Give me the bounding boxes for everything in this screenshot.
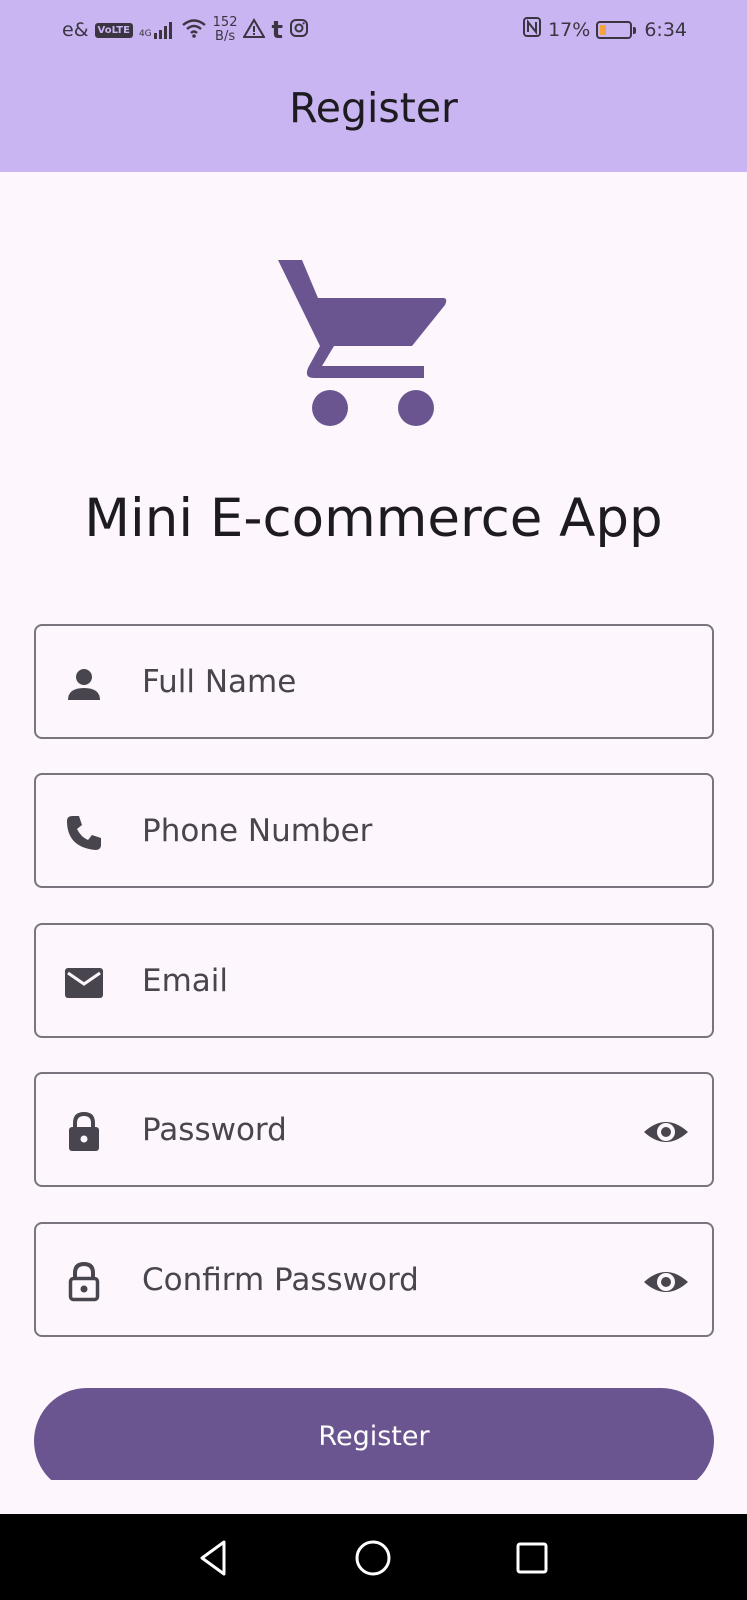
net-speed: 152 B/s: [213, 16, 238, 44]
battery-fill: [600, 24, 607, 35]
home-icon[interactable]: [351, 1536, 395, 1580]
clock: 6:34: [644, 18, 687, 41]
warning-icon: [242, 17, 267, 43]
app-name-heading: Mini E-commerce App: [84, 488, 663, 549]
lock-icon: [69, 1112, 99, 1151]
lock-outline-icon: [68, 1262, 100, 1302]
password-field[interactable]: [34, 1072, 714, 1187]
battery-percent: 17%: [548, 18, 591, 41]
email-icon: [65, 968, 103, 998]
page-title: Register: [289, 84, 458, 132]
network-type-label: 4G: [138, 29, 152, 39]
signal-icon: 4G: [139, 21, 175, 39]
nfc-icon: [522, 16, 542, 43]
recents-icon[interactable]: [510, 1536, 554, 1580]
battery-icon: [596, 20, 637, 39]
phone-icon: [67, 816, 101, 850]
net-speed-unit: B/s: [215, 29, 236, 44]
person-icon: [68, 669, 100, 700]
wifi-icon: [181, 18, 207, 43]
system-nav-bar: [0, 1514, 747, 1600]
carrier-label: e&: [62, 19, 89, 41]
eye-icon[interactable]: [642, 1262, 690, 1302]
volte-badge: VoLTE: [94, 22, 133, 38]
full-name-field[interactable]: [34, 624, 714, 739]
content-bottom-edge: [0, 1480, 747, 1514]
full-name-input[interactable]: [142, 646, 622, 718]
register-button[interactable]: Register: [34, 1388, 714, 1494]
email-input[interactable]: [142, 945, 622, 1017]
confirm-password-field[interactable]: [34, 1222, 714, 1337]
tumblr-icon: t: [271, 16, 283, 44]
app-bar: e& VoLTE 4G 152 B/s t 17% 6:34 Register: [0, 0, 747, 172]
net-speed-value: 152: [212, 15, 238, 30]
shopping-cart-icon: [278, 260, 447, 426]
eye-icon[interactable]: [642, 1112, 690, 1152]
back-icon[interactable]: [192, 1536, 236, 1580]
status-bar: e& VoLTE 4G 152 B/s t 17% 6:34: [0, 0, 747, 58]
instagram-icon: [289, 18, 309, 43]
phone-field[interactable]: [34, 773, 714, 888]
phone-input[interactable]: [142, 795, 622, 867]
email-field[interactable]: [34, 923, 714, 1038]
password-input[interactable]: [142, 1094, 622, 1166]
confirm-password-input[interactable]: [142, 1244, 622, 1316]
